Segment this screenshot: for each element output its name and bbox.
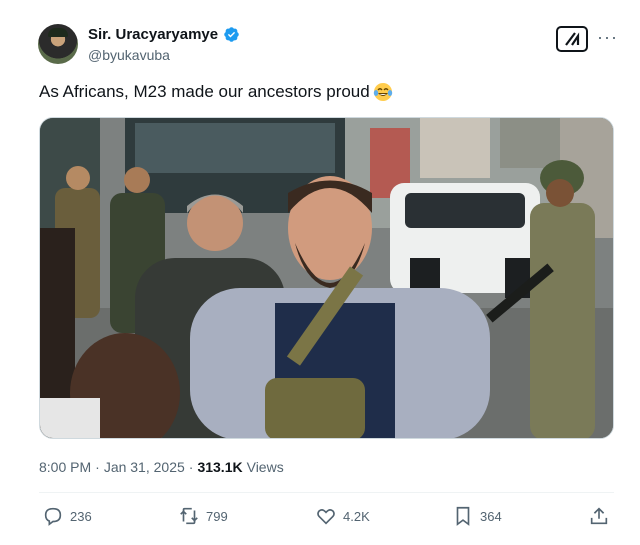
- like-count: 4.2K: [343, 508, 370, 524]
- meta-separator: ·: [188, 459, 194, 475]
- bookmark-icon: [456, 506, 470, 526]
- share-button[interactable]: [588, 505, 610, 527]
- share-icon: [590, 507, 608, 525]
- views-label: Views: [246, 459, 284, 475]
- bookmark-count: 364: [480, 508, 502, 524]
- tweet-text: As Africans, M23 made our ancestors prou…: [39, 82, 393, 102]
- bookmark-button[interactable]: 364: [452, 505, 502, 527]
- author-handle[interactable]: @byukavuba: [88, 47, 170, 63]
- video-frame-illustration: [40, 118, 613, 438]
- meta-separator: ·: [95, 459, 100, 475]
- repost-icon: [180, 507, 198, 525]
- divider: [39, 492, 614, 493]
- tweet-time[interactable]: 8:00 PM: [39, 459, 91, 475]
- repost-count: 799: [206, 508, 228, 524]
- tweet-media-video[interactable]: [39, 117, 614, 439]
- reply-count: 236: [70, 508, 92, 524]
- author-display-name[interactable]: Sir. Uracyaryamye: [88, 26, 218, 43]
- like-button[interactable]: 4.2K: [315, 505, 370, 527]
- grok-button[interactable]: [556, 26, 588, 52]
- tweet-card: Sir. Uracyaryamye @byukavuba ··· As Afri…: [0, 0, 640, 545]
- tweet-meta: 8:00 PM · Jan 31, 2025 · 313.1K Views: [39, 459, 284, 475]
- repost-button[interactable]: 799: [178, 505, 228, 527]
- face-with-tears-of-joy-icon: [373, 83, 392, 101]
- author-name-row: Sir. Uracyaryamye: [88, 26, 240, 43]
- grok-icon: [565, 32, 580, 46]
- views-count: 313.1K: [197, 459, 243, 475]
- verified-badge-icon: [224, 27, 239, 42]
- tweet-actions-bar: 236 799 4.2K 364: [0, 505, 640, 533]
- heart-icon: [317, 509, 335, 525]
- avatar[interactable]: [38, 24, 78, 64]
- more-options-icon[interactable]: ···: [597, 28, 618, 46]
- reply-icon: [44, 507, 62, 526]
- reply-button[interactable]: 236: [42, 505, 92, 527]
- tweet-date[interactable]: Jan 31, 2025: [104, 459, 185, 475]
- tweet-text-content: As Africans, M23 made our ancestors prou…: [39, 82, 370, 101]
